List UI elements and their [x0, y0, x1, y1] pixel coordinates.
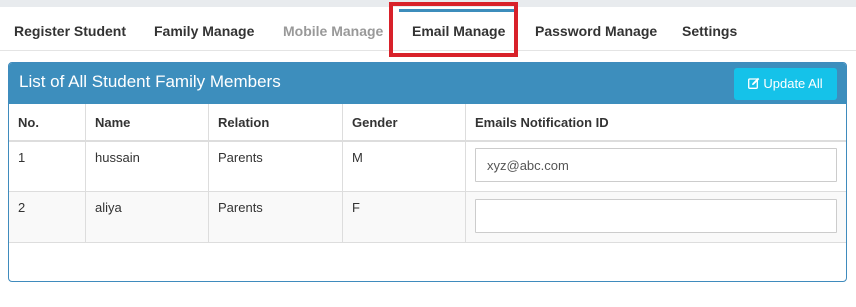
- member-name: hussain: [86, 142, 209, 191]
- panel-title: List of All Student Family Members: [19, 72, 281, 91]
- tab-email-manage[interactable]: Email Manage: [399, 7, 519, 51]
- email-cell: [466, 192, 846, 242]
- tab-password-manage[interactable]: Password Manage: [535, 7, 657, 51]
- row-number: 1: [9, 142, 86, 191]
- table-row: 1 hussain Parents M: [9, 142, 846, 192]
- tab-settings[interactable]: Settings: [682, 7, 737, 51]
- member-relation: Parents: [209, 142, 343, 191]
- pencil-square-icon: [748, 68, 760, 100]
- table-header-row: No. Name Relation Gender Emails Notifica…: [9, 104, 846, 142]
- tab-label: Family Manage: [154, 23, 255, 39]
- family-members-panel: List of All Student Family Members Updat…: [8, 62, 847, 282]
- tab-register-student[interactable]: Register Student: [14, 7, 126, 51]
- email-field[interactable]: [475, 199, 837, 233]
- email-field[interactable]: [475, 148, 837, 182]
- member-gender: F: [343, 192, 466, 242]
- tab-family-manage[interactable]: Family Manage: [154, 7, 254, 51]
- column-header: Relation: [209, 104, 343, 140]
- tab-label: Settings: [682, 23, 738, 39]
- update-all-label: Update All: [763, 76, 823, 91]
- member-relation: Parents: [209, 192, 343, 242]
- tab-label: Mobile Manage: [283, 23, 384, 39]
- email-cell: [466, 142, 846, 191]
- column-header: Gender: [343, 104, 466, 140]
- column-header: No.: [9, 104, 86, 140]
- column-header: Emails Notification ID: [475, 115, 609, 130]
- tab-label: Password Manage: [535, 23, 658, 39]
- panel-header: List of All Student Family Members Updat…: [9, 63, 846, 104]
- tab-label: Email Manage: [412, 23, 506, 39]
- member-name: aliya: [86, 192, 209, 242]
- active-tab-indicator: [399, 9, 519, 12]
- column-header: Name: [86, 104, 209, 140]
- top-strip: [0, 0, 856, 7]
- member-gender: M: [343, 142, 466, 191]
- tab-mobile-manage[interactable]: Mobile Manage: [283, 7, 383, 51]
- table-row: 2 aliya Parents F: [9, 192, 846, 243]
- update-all-button[interactable]: Update All: [734, 68, 837, 100]
- nav-tabs: Register Student Family Manage Mobile Ma…: [0, 7, 856, 51]
- tab-label: Register Student: [14, 23, 127, 39]
- row-number: 2: [9, 192, 86, 242]
